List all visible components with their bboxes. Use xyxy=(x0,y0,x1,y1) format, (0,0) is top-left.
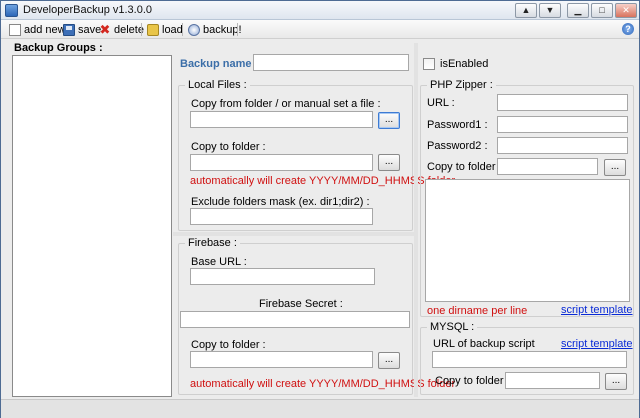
dirname-note: one dirname per line xyxy=(427,305,528,317)
copy-from-browse-button[interactable]: ... xyxy=(378,112,400,129)
exclude-mask-label: Exclude folders mask (ex. dir1;dir2) : xyxy=(191,196,370,208)
add-new-button[interactable]: add new xyxy=(9,22,66,37)
save-button[interactable]: save xyxy=(63,22,101,37)
mysql-copy-to-input[interactable] xyxy=(505,372,600,389)
is-enabled-checkbox[interactable] xyxy=(423,58,435,70)
load-button[interactable]: load xyxy=(147,22,183,37)
local-files-title: Local Files : xyxy=(185,79,250,91)
load-icon xyxy=(147,23,159,36)
mysql-copy-to-label: Copy to folder : xyxy=(435,375,510,387)
exclude-mask-input[interactable] xyxy=(190,208,373,225)
firebase-secret-input[interactable] xyxy=(180,311,410,328)
php-copy-to-input[interactable] xyxy=(497,158,598,175)
firebase-title: Firebase : xyxy=(185,237,240,249)
delete-icon: ✖ xyxy=(99,21,111,37)
php-dirnames-textarea[interactable] xyxy=(425,179,630,302)
minimize-button[interactable]: ▁ xyxy=(567,3,589,18)
save-icon xyxy=(63,23,75,36)
copy-from-label: Copy from folder / or manual set a file … xyxy=(191,98,381,110)
base-url-label: Base URL : xyxy=(191,256,247,268)
app-window: DeveloperBackup v1.3.0.0 ▲ ▼ ▁ □ ✕ add n… xyxy=(0,0,640,418)
toolbar-separator xyxy=(182,23,183,36)
firebase-secret-label: Firebase Secret : xyxy=(259,298,343,310)
firebase-copy-to-input[interactable] xyxy=(190,351,373,368)
password1-input[interactable] xyxy=(497,116,628,133)
toolbar: add new save ✖ delete load backup! ? xyxy=(1,20,639,39)
add-new-label: add new xyxy=(24,23,66,36)
backup-name-label: Backup name : xyxy=(180,58,259,70)
backup-name-input[interactable] xyxy=(253,54,409,71)
password2-label: Password2 : xyxy=(427,140,488,152)
base-url-input[interactable] xyxy=(190,268,375,285)
mysql-script-template-link[interactable]: script template xyxy=(561,338,633,350)
vertical-splitter[interactable] xyxy=(414,43,418,397)
backup-groups-label: Backup Groups : xyxy=(14,42,103,54)
password1-label: Password1 : xyxy=(427,119,488,131)
mysql-url-label: URL of backup script xyxy=(433,338,535,350)
password2-input[interactable] xyxy=(497,137,628,154)
php-copy-to-browse-button[interactable]: ... xyxy=(604,159,626,176)
firebase-copy-to-browse-button[interactable]: ... xyxy=(378,352,400,369)
local-copy-to-browse-button[interactable]: ... xyxy=(378,154,400,171)
horizontal-splitter[interactable] xyxy=(173,232,414,236)
new-document-icon xyxy=(9,23,21,36)
backup-groups-list[interactable] xyxy=(12,55,172,397)
title-bar: DeveloperBackup v1.3.0.0 ▲ ▼ ▁ □ ✕ xyxy=(1,1,639,20)
is-enabled-label: isEnabled xyxy=(440,58,489,70)
mysql-title: MYSQL : xyxy=(427,321,478,333)
app-icon xyxy=(5,4,18,17)
maximize-button[interactable]: □ xyxy=(591,3,613,18)
close-button[interactable]: ✕ xyxy=(615,3,637,18)
delete-label: delete xyxy=(114,23,144,36)
mysql-copy-to-browse-button[interactable]: ... xyxy=(605,373,627,390)
save-label: save xyxy=(78,23,102,36)
copy-from-input[interactable] xyxy=(190,111,373,128)
toolbar-separator xyxy=(141,23,142,36)
php-url-label: URL : xyxy=(427,97,455,109)
local-copy-to-input[interactable] xyxy=(190,154,373,171)
help-icon[interactable]: ? xyxy=(622,23,634,35)
load-label: load xyxy=(162,23,183,36)
php-copy-to-label: Copy to folder : xyxy=(427,161,502,173)
backup-label: backup! xyxy=(203,23,242,36)
scroll-up-button[interactable]: ▲ xyxy=(515,3,537,18)
status-bar xyxy=(1,399,639,418)
backup-button[interactable]: backup! xyxy=(188,22,242,37)
backup-icon xyxy=(188,23,200,36)
php-url-input[interactable] xyxy=(497,94,628,111)
window-title: DeveloperBackup v1.3.0.0 xyxy=(23,4,153,16)
firebase-copy-to-label: Copy to folder : xyxy=(191,339,266,351)
toolbar-separator xyxy=(237,23,238,36)
scroll-down-button[interactable]: ▼ xyxy=(539,3,561,18)
mysql-url-input[interactable] xyxy=(432,351,627,368)
php-zipper-title: PHP Zipper : xyxy=(427,79,496,91)
delete-button[interactable]: ✖ delete xyxy=(99,22,144,37)
local-copy-to-label: Copy to folder : xyxy=(191,141,266,153)
php-script-template-link[interactable]: script template xyxy=(561,304,633,316)
